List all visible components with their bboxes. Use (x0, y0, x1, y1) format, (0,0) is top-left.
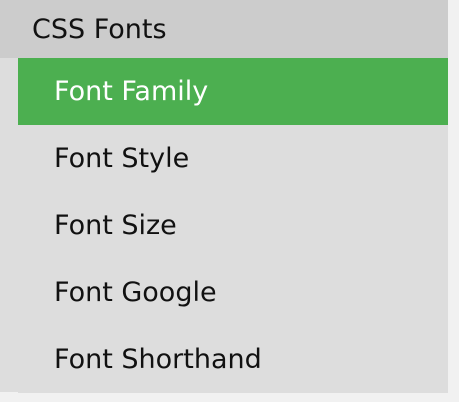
menu-item-label: Font Size (54, 210, 177, 241)
menu-item-label: Font Style (54, 143, 190, 174)
menu-item-font-google[interactable]: Font Google (18, 259, 448, 326)
menu-list: Font Family Font Style Font Size Font Go… (18, 58, 448, 393)
menu-item-font-shorthand[interactable]: Font Shorthand (18, 326, 448, 393)
menu-item-label: Font Google (54, 277, 217, 308)
menu-item-label: Font Shorthand (54, 344, 262, 375)
menu-title: CSS Fonts (32, 13, 167, 45)
menu-header: CSS Fonts (0, 0, 448, 58)
menu-item-font-size[interactable]: Font Size (18, 192, 448, 259)
menu-item-font-style[interactable]: Font Style (18, 125, 448, 192)
css-fonts-menu: CSS Fonts Font Family Font Style Font Si… (0, 0, 448, 393)
menu-item-font-family[interactable]: Font Family (18, 58, 448, 125)
menu-item-label: Font Family (54, 76, 209, 107)
